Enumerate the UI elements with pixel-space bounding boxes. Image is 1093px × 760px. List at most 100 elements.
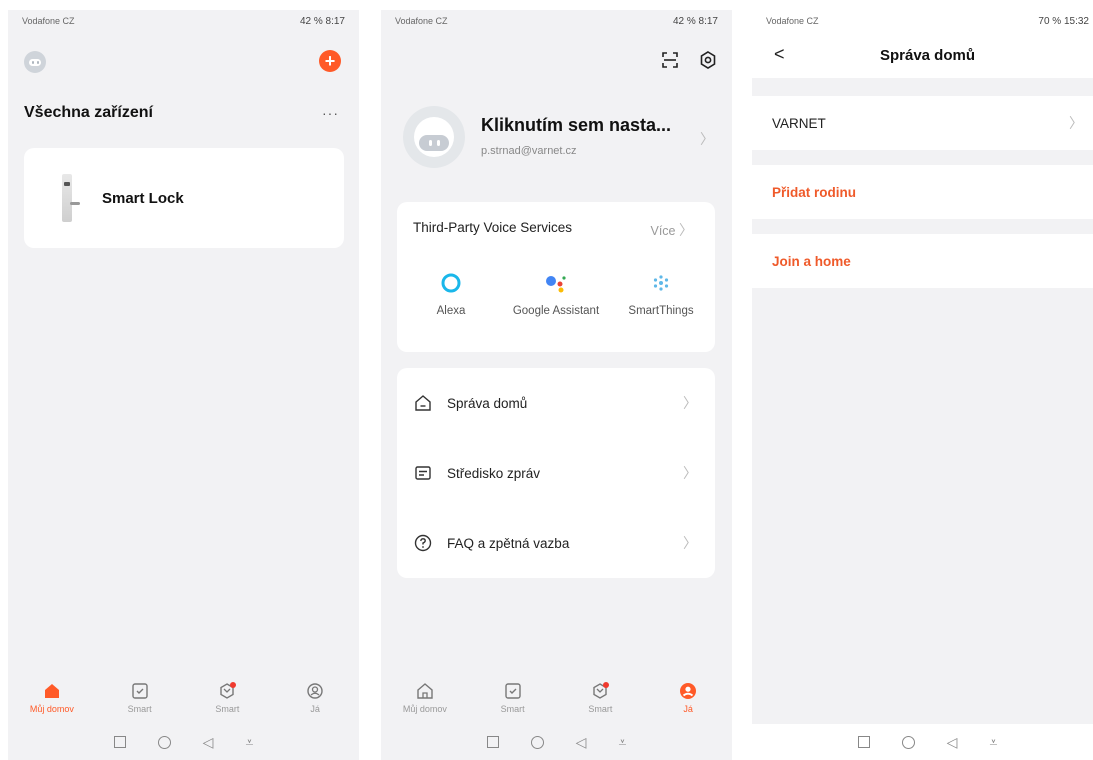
profile-icon — [680, 683, 697, 699]
back-nav-icon[interactable]: ◁ — [947, 734, 958, 751]
system-nav-bar: ◁ ⩡ — [8, 724, 359, 760]
home-nav-icon[interactable] — [157, 735, 171, 749]
add-device-button[interactable]: + — [319, 50, 341, 72]
status-bar: Vodafone CZ 42 % 8:17 — [381, 10, 732, 32]
scan-icon[interactable] — [660, 50, 680, 70]
add-family-button[interactable]: Přidat rodinu — [752, 165, 1093, 219]
chevron-right-icon: 〉 — [683, 395, 697, 411]
device-card[interactable]: Smart Lock — [24, 148, 344, 248]
menu-label: Středisko zpráv — [447, 465, 541, 481]
service-label: SmartThings — [628, 305, 694, 317]
menu-item-faq-feedback[interactable]: FAQ a zpětná vazba 〉 — [397, 508, 715, 578]
join-home-button[interactable]: Join a home — [752, 234, 1093, 288]
checkbox-icon — [131, 683, 148, 699]
carrier-label: Vodafone CZ — [395, 16, 448, 26]
tab-label: Můj domov — [402, 704, 447, 714]
carrier-label: Vodafone CZ — [766, 16, 819, 26]
home-name: VARNET — [772, 115, 826, 131]
system-nav-bar: ◁ ⩡ — [752, 724, 1093, 760]
system-nav-bar: ◁ ⩡ — [381, 724, 732, 760]
screen-profile: Vodafone CZ 42 % 8:17 Kliknutím sem nast… — [381, 10, 732, 760]
tab-label: Smart — [127, 704, 152, 714]
recent-apps-icon[interactable] — [486, 736, 499, 748]
page-title: Správa domů — [879, 46, 976, 64]
help-icon — [414, 534, 432, 552]
tab-label: Můj domov — [29, 704, 74, 714]
back-arrow-icon[interactable]: < — [774, 44, 785, 65]
carrier-label: Vodafone CZ — [22, 16, 75, 26]
house-icon — [415, 395, 431, 411]
chevron-right-icon: 〉 — [683, 535, 697, 551]
settings-menu-card: Správa domů 〉 Středisko zpráv 〉 FAQ a zp… — [397, 368, 715, 578]
scene-icon — [220, 682, 237, 699]
checkbox-icon — [504, 683, 521, 699]
home-icon — [44, 684, 59, 698]
screen-home-management: Vodafone CZ 70 % 15:32 < Správa domů VAR… — [752, 10, 1093, 760]
menu-label: FAQ a zpětná vazba — [447, 535, 570, 551]
profile-email: p.strnad@varnet.cz — [481, 145, 577, 157]
more-label: Více — [650, 224, 676, 238]
status-bar: Vodafone CZ 70 % 15:32 — [752, 10, 1093, 32]
google-assistant-service[interactable]: Google Assistant — [506, 270, 606, 318]
header: < Správa domů — [752, 32, 1093, 78]
tab-smart-scenes[interactable]: Smart — [184, 670, 272, 724]
tab-label: Já — [683, 704, 693, 714]
tab-me[interactable]: Já — [644, 670, 732, 724]
screen-my-home: Vodafone CZ 42 % 8:17 + Všechna zařízení… — [8, 10, 359, 760]
settings-icon[interactable] — [698, 50, 718, 70]
tab-my-home[interactable]: Můj domov — [8, 670, 96, 724]
status-right: 42 % 8:17 — [672, 15, 718, 27]
home-nav-icon[interactable] — [901, 735, 915, 749]
page-title: Všechna zařízení — [24, 104, 153, 121]
tab-smart-scenes[interactable]: Smart — [557, 670, 645, 724]
notification-pull-icon[interactable]: ⩡ — [989, 734, 997, 751]
tab-label: Smart — [500, 704, 525, 714]
chevron-right-icon: 〉 — [1069, 115, 1083, 131]
back-nav-icon[interactable]: ◁ — [203, 734, 214, 751]
smartthings-icon — [653, 275, 669, 291]
profile-icon — [307, 683, 323, 699]
top-icons — [660, 50, 718, 70]
notification-pull-icon[interactable]: ⩡ — [245, 734, 253, 751]
notification-pull-icon[interactable]: ⩡ — [618, 734, 626, 751]
chevron-right-icon: 〉 — [679, 222, 693, 238]
google-assistant-icon — [546, 276, 566, 293]
service-label: Google Assistant — [512, 305, 600, 317]
recent-apps-icon[interactable] — [113, 736, 126, 748]
smartthings-service[interactable]: SmartThings — [611, 270, 711, 318]
smart-lock-image — [62, 174, 80, 222]
home-list-item[interactable]: VARNET 〉 — [752, 96, 1093, 150]
home-nav-icon[interactable] — [530, 735, 544, 749]
tab-smart[interactable]: Smart — [469, 670, 557, 724]
voice-services-card: Third-Party Voice Services Více 〉 Alexa … — [397, 202, 715, 352]
tab-my-home[interactable]: Můj domov — [381, 670, 469, 724]
profile-name[interactable]: Kliknutím sem nasta... — [481, 115, 671, 136]
message-icon — [415, 466, 431, 480]
menu-label: Správa domů — [447, 395, 528, 411]
chevron-right-icon: 〉 — [683, 465, 697, 481]
back-nav-icon[interactable]: ◁ — [576, 734, 587, 751]
voice-services-title: Third-Party Voice Services — [413, 220, 573, 235]
tab-me[interactable]: Já — [271, 670, 359, 724]
menu-item-message-center[interactable]: Středisko zpráv 〉 — [397, 438, 715, 508]
tab-smart[interactable]: Smart — [96, 670, 184, 724]
status-right: 42 % 8:17 — [299, 15, 345, 27]
alexa-service[interactable]: Alexa — [401, 270, 501, 318]
bottom-tab-bar: Můj domov Smart Smart Já — [381, 670, 732, 724]
avatar[interactable] — [403, 106, 465, 168]
status-right: 70 % 15:32 — [1038, 15, 1089, 27]
tab-label: Smart — [215, 704, 240, 714]
more-options-icon[interactable]: ··· — [322, 105, 339, 121]
menu-item-home-management[interactable]: Správa domů 〉 — [397, 368, 715, 438]
service-label: Alexa — [436, 305, 466, 317]
alexa-icon — [441, 273, 461, 293]
chevron-right-icon[interactable]: 〉 — [700, 129, 714, 149]
home-avatar[interactable] — [24, 51, 46, 73]
device-name: Smart Lock — [102, 190, 184, 207]
tab-label: Smart — [588, 704, 613, 714]
status-bar: Vodafone CZ 42 % 8:17 — [8, 10, 359, 32]
voice-services-more-link[interactable]: Více 〉 — [651, 220, 694, 240]
recent-apps-icon[interactable] — [857, 736, 870, 748]
tab-label: Já — [310, 704, 320, 714]
bottom-tab-bar: Můj domov Smart Smart Já — [8, 670, 359, 724]
